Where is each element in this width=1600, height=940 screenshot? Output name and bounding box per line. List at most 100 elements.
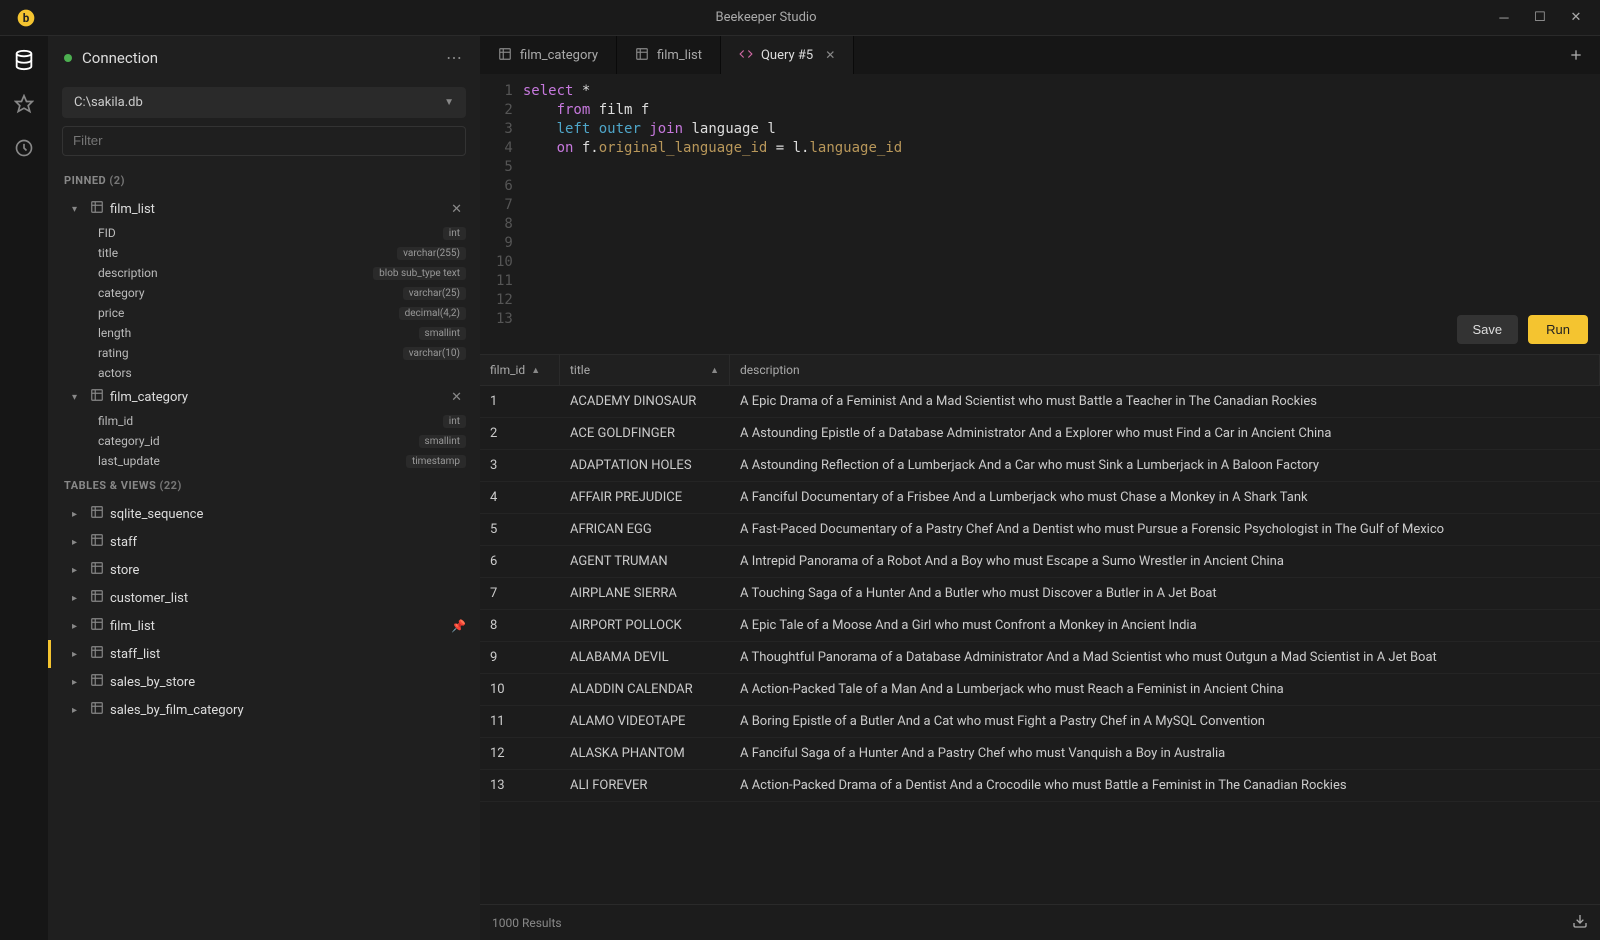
column-item[interactable]: pricedecimal(4,2) [48,303,480,323]
pinned-label: PINNED [64,174,106,187]
maximize-button[interactable]: ☐ [1532,10,1548,26]
column-item[interactable]: ratingvarchar(10) [48,343,480,363]
column-type: varchar(10) [403,347,466,360]
editor-gutter: 12345678910111213 [480,82,523,346]
column-name: length [98,326,419,340]
sort-icon: ▲ [710,365,719,376]
table-item[interactable]: ▸ staff [48,528,480,556]
database-path: C:\sakila.db [74,95,444,110]
table-row[interactable]: 9 ALABAMA DEVIL A Thoughtful Panorama of… [480,642,1600,674]
cell-title: ALADDIN CALENDAR [560,674,730,705]
table-row[interactable]: 11 ALAMO VIDEOTAPE A Boring Epistle of a… [480,706,1600,738]
table-item[interactable]: ▸ staff_list [48,640,480,668]
table-row[interactable]: 1 ACADEMY DINOSAUR A Epic Drama of a Fem… [480,386,1600,418]
unpin-button[interactable]: ✕ [447,202,466,217]
column-item[interactable]: category_idsmallint [48,431,480,451]
star-icon[interactable] [12,92,36,116]
table-icon [90,561,104,579]
app-logo-icon: b [16,8,36,28]
add-tab-button[interactable] [1552,36,1600,74]
app-title: Beekeeper Studio [36,10,1496,25]
cell-description: A Touching Saga of a Hunter And a Butler… [730,578,1600,609]
column-item[interactable]: descriptionblob sub_type text [48,263,480,283]
cell-film-id: 2 [480,418,560,449]
column-item[interactable]: actors [48,363,480,383]
column-header-film-id[interactable]: film_id ▲ [480,355,560,385]
table-item[interactable]: ▸ customer_list [48,584,480,612]
table-name: staff_list [110,647,466,662]
tab-close-button[interactable]: ✕ [825,48,835,62]
download-button[interactable] [1572,913,1588,932]
table-row[interactable]: 3 ADAPTATION HOLES A Astounding Reflecti… [480,450,1600,482]
column-label: film_id [490,363,525,377]
cell-description: A Epic Tale of a Moose And a Girl who mu… [730,610,1600,641]
cell-film-id: 7 [480,578,560,609]
results-body[interactable]: 1 ACADEMY DINOSAUR A Epic Drama of a Fem… [480,386,1600,904]
table-item[interactable]: ▸ film_list 📌 [48,612,480,640]
icon-rail [0,36,48,940]
column-name: last_update [98,454,406,468]
table-row[interactable]: 12 ALASKA PHANTOM A Fanciful Saga of a H… [480,738,1600,770]
tab[interactable]: film_category [480,36,617,74]
connection-status-icon [64,54,72,62]
table-name: film_list [110,619,445,634]
cell-title: AIRPLANE SIERRA [560,578,730,609]
column-type: varchar(255) [397,247,466,260]
cell-description: A Fanciful Documentary of a Frisbee And … [730,482,1600,513]
table-item[interactable]: ▸ sales_by_store [48,668,480,696]
database-selector[interactable]: C:\sakila.db ▼ [62,87,466,118]
cell-title: ALABAMA DEVIL [560,642,730,673]
table-item[interactable]: ▸ store [48,556,480,584]
filter-input[interactable] [73,133,455,148]
pinned-table-item[interactable]: ▾ film_list ✕ [48,195,480,223]
column-name: rating [98,346,403,360]
editor-code[interactable]: select * from film f left outer join lan… [523,82,1600,346]
save-button[interactable]: Save [1457,315,1519,344]
table-name: film_category [110,390,441,405]
cell-title: ACE GOLDFINGER [560,418,730,449]
connection-more-button[interactable]: ⋯ [446,48,464,67]
column-item[interactable]: categoryvarchar(25) [48,283,480,303]
cell-film-id: 5 [480,514,560,545]
table-row[interactable]: 10 ALADDIN CALENDAR A Action-Packed Tale… [480,674,1600,706]
cell-title: AGENT TRUMAN [560,546,730,577]
sql-editor[interactable]: 12345678910111213 select * from film f l… [480,74,1600,354]
column-header-description[interactable]: description [730,355,1600,385]
table-row[interactable]: 13 ALI FOREVER A Action-Packed Drama of … [480,770,1600,802]
tab[interactable]: film_list [617,36,721,74]
unpin-button[interactable]: ✕ [447,390,466,405]
pin-icon[interactable]: 📌 [451,619,466,633]
column-item[interactable]: film_idint [48,411,480,431]
cell-film-id: 9 [480,642,560,673]
pinned-table-item[interactable]: ▾ film_category ✕ [48,383,480,411]
tab-label: film_category [520,48,598,63]
minimize-button[interactable]: ─ [1496,10,1512,26]
column-item[interactable]: lengthsmallint [48,323,480,343]
tab[interactable]: Query #5 ✕ [721,36,854,74]
column-item[interactable]: last_updatetimestamp [48,451,480,471]
history-icon[interactable] [12,136,36,160]
table-row[interactable]: 5 AFRICAN EGG A Fast-Paced Documentary o… [480,514,1600,546]
column-type: timestamp [406,455,466,468]
table-row[interactable]: 6 AGENT TRUMAN A Intrepid Panorama of a … [480,546,1600,578]
column-name: title [98,246,397,260]
column-item[interactable]: titlevarchar(255) [48,243,480,263]
table-icon [90,388,104,406]
column-header-title[interactable]: title ▲ [560,355,730,385]
cell-description: A Intrepid Panorama of a Robot And a Boy… [730,546,1600,577]
table-row[interactable]: 8 AIRPORT POLLOCK A Epic Tale of a Moose… [480,610,1600,642]
database-icon[interactable] [12,48,36,72]
table-row[interactable]: 2 ACE GOLDFINGER A Astounding Epistle of… [480,418,1600,450]
column-name: FID [98,226,443,240]
connection-header: Connection ⋯ [48,36,480,79]
table-item[interactable]: ▸ sqlite_sequence [48,500,480,528]
table-row[interactable]: 7 AIRPLANE SIERRA A Touching Saga of a H… [480,578,1600,610]
table-row[interactable]: 4 AFFAIR PREJUDICE A Fanciful Documentar… [480,482,1600,514]
close-button[interactable]: ✕ [1568,10,1584,26]
table-item[interactable]: ▸ sales_by_film_category [48,696,480,724]
column-item[interactable]: FIDint [48,223,480,243]
results-footer: 1000 Results [480,904,1600,940]
chevron-right-icon: ▸ [72,537,84,548]
run-button[interactable]: Run [1528,315,1588,344]
tables-count: (22) [160,479,182,492]
